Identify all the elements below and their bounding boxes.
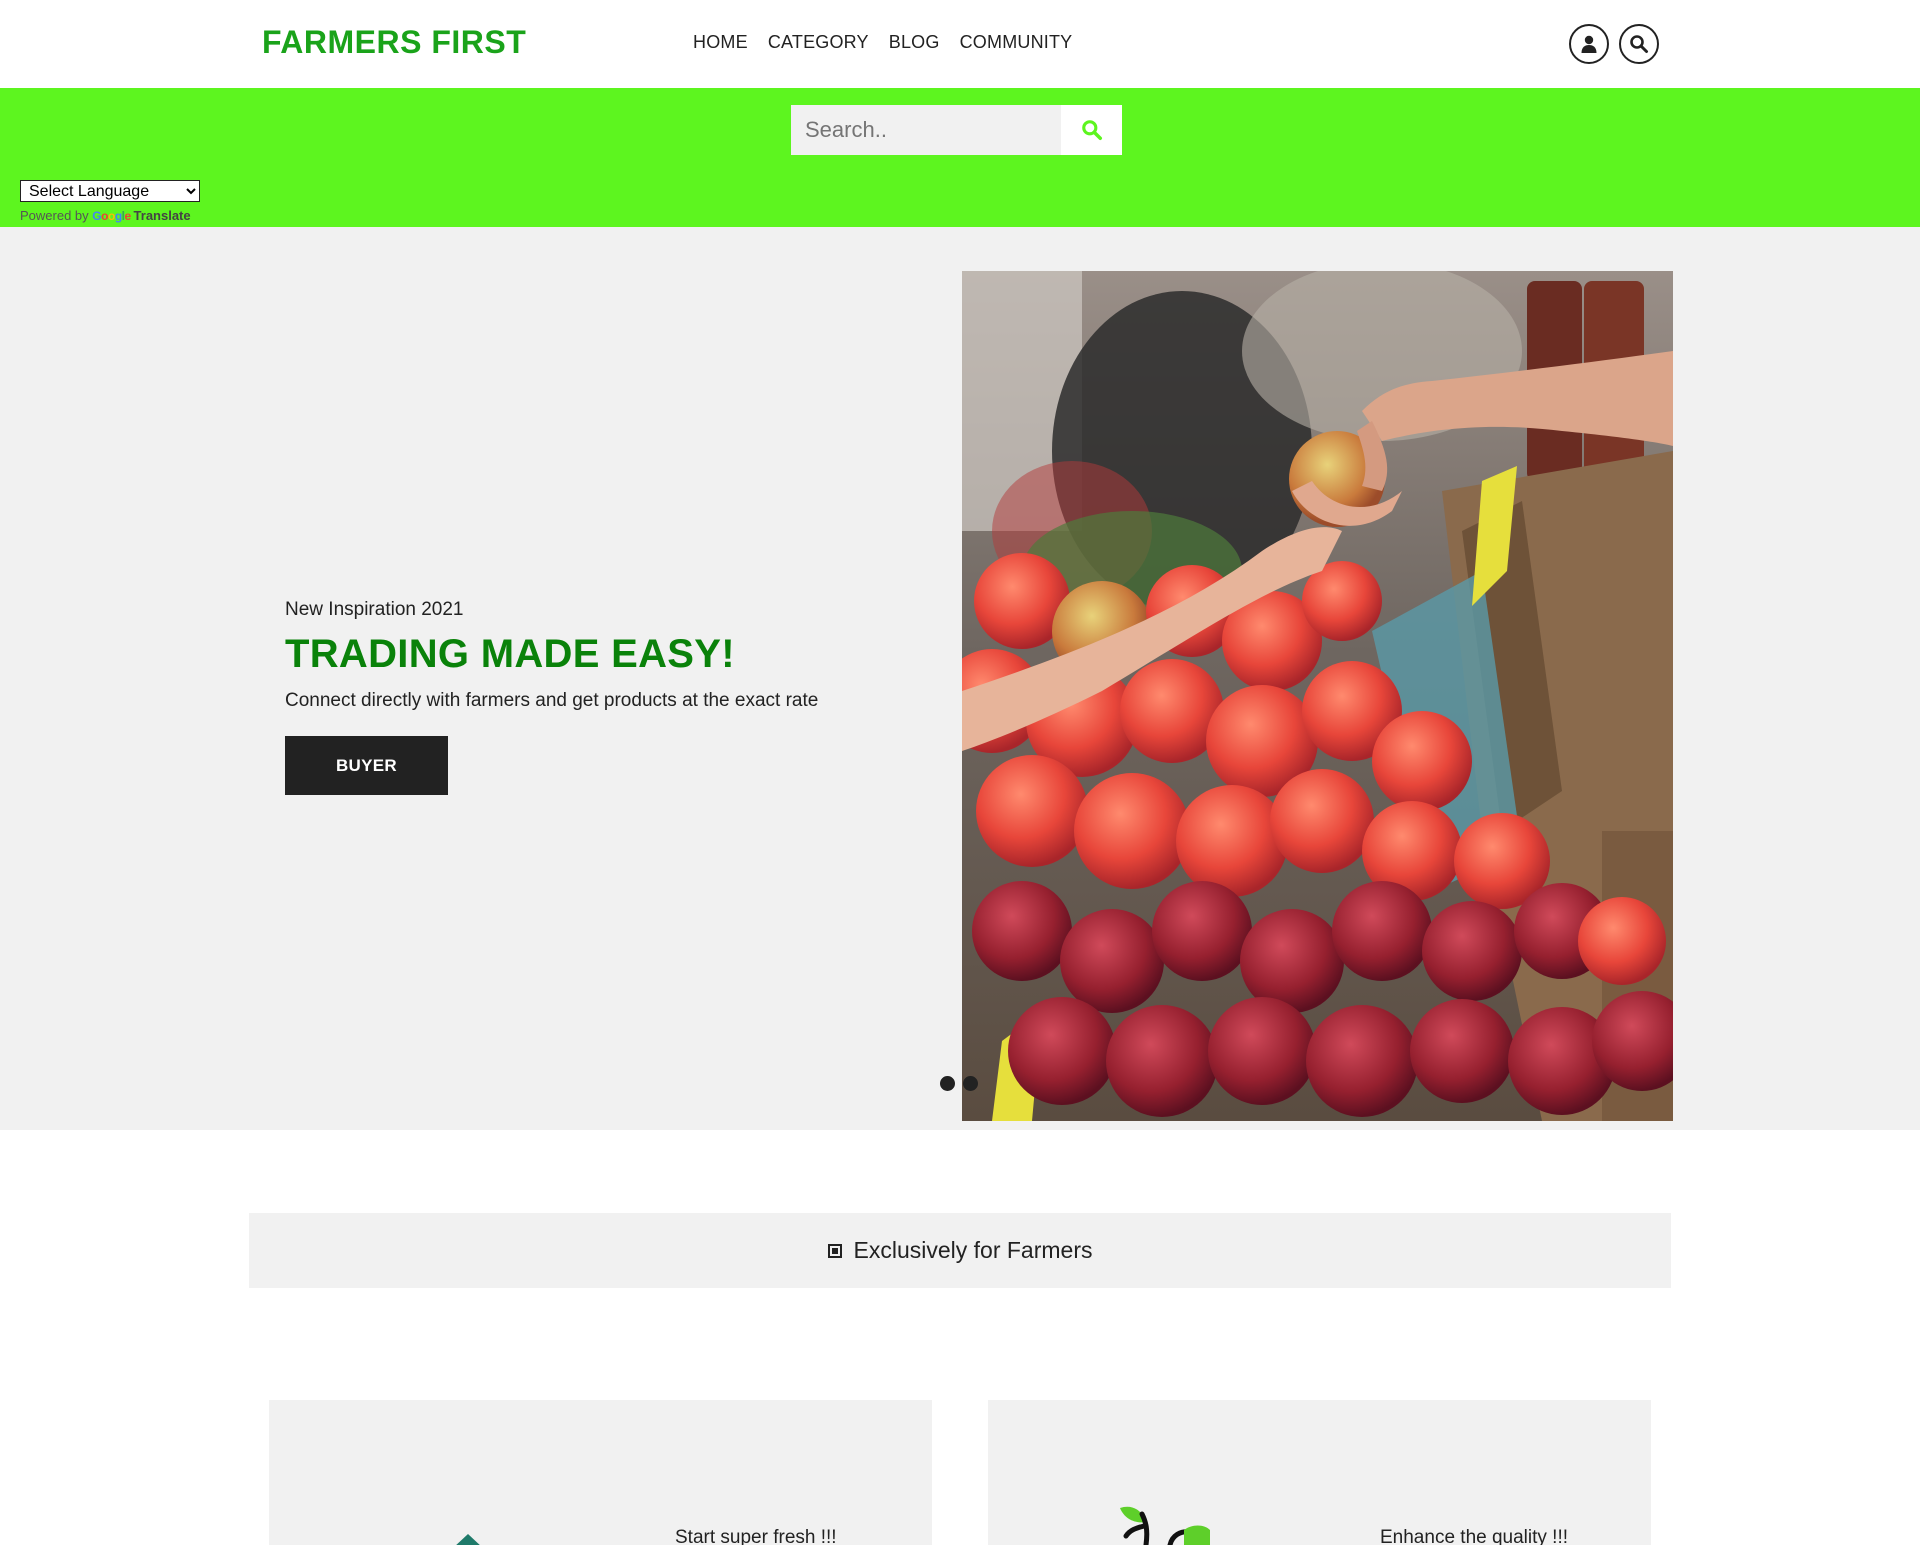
hero-subtitle: Connect directly with farmers and get pr… — [285, 690, 819, 711]
sprout-icon — [456, 1534, 480, 1545]
search-icon — [1081, 120, 1102, 141]
exclusive-banner: Exclusively for Farmers — [249, 1213, 1671, 1288]
exclusive-label: Exclusively for Farmers — [853, 1237, 1093, 1263]
search-submit-button[interactable] — [1061, 105, 1122, 155]
feature-card-text: Enhance the quality !!! — [1380, 1527, 1569, 1545]
feature-card: Start super fresh !!! — [269, 1400, 932, 1545]
user-icon — [1581, 35, 1597, 53]
account-button[interactable] — [1569, 24, 1609, 64]
hero-kicker: New Inspiration 2021 — [285, 599, 464, 620]
nav-community[interactable]: COMMUNITY — [960, 32, 1073, 53]
buyer-button[interactable]: BUYER — [285, 736, 448, 795]
translate-label[interactable]: Translate — [134, 208, 191, 223]
market-photo — [962, 271, 1673, 1121]
feature-card: Enhance the quality !!! — [988, 1400, 1651, 1545]
site-header: FARMERS FIRST HOME CATEGORY BLOG COMMUNI… — [0, 0, 1920, 88]
nav-category[interactable]: CATEGORY — [768, 32, 869, 53]
carousel-dot[interactable] — [940, 1076, 955, 1091]
branch-leaf-icon — [1120, 1506, 1210, 1545]
search-icon — [1630, 35, 1648, 53]
hero-image — [962, 271, 1673, 1121]
hero-section: New Inspiration 2021 TRADING MADE EASY! … — [0, 227, 1920, 1130]
language-select[interactable]: Select Language — [20, 180, 200, 202]
carousel-dots — [940, 1076, 978, 1091]
search-input[interactable] — [791, 105, 1061, 155]
feature-card-text: Start super fresh !!! — [675, 1527, 837, 1545]
main-nav: HOME CATEGORY BLOG COMMUNITY — [693, 32, 1072, 53]
google-translate-credit: Powered by Google Translate — [20, 208, 191, 223]
google-logo[interactable]: Google — [92, 209, 133, 223]
header-search-button[interactable] — [1619, 24, 1659, 64]
nav-home[interactable]: HOME — [693, 32, 748, 53]
square-bullet-icon — [827, 1243, 842, 1258]
search-bar: Select Language Powered by Google Transl… — [0, 88, 1920, 227]
powered-by-label: Powered by — [20, 208, 89, 223]
nav-blog[interactable]: BLOG — [889, 32, 940, 53]
carousel-dot[interactable] — [963, 1076, 978, 1091]
site-logo[interactable]: FARMERS FIRST — [262, 24, 526, 61]
hero-title: TRADING MADE EASY! — [285, 632, 735, 676]
